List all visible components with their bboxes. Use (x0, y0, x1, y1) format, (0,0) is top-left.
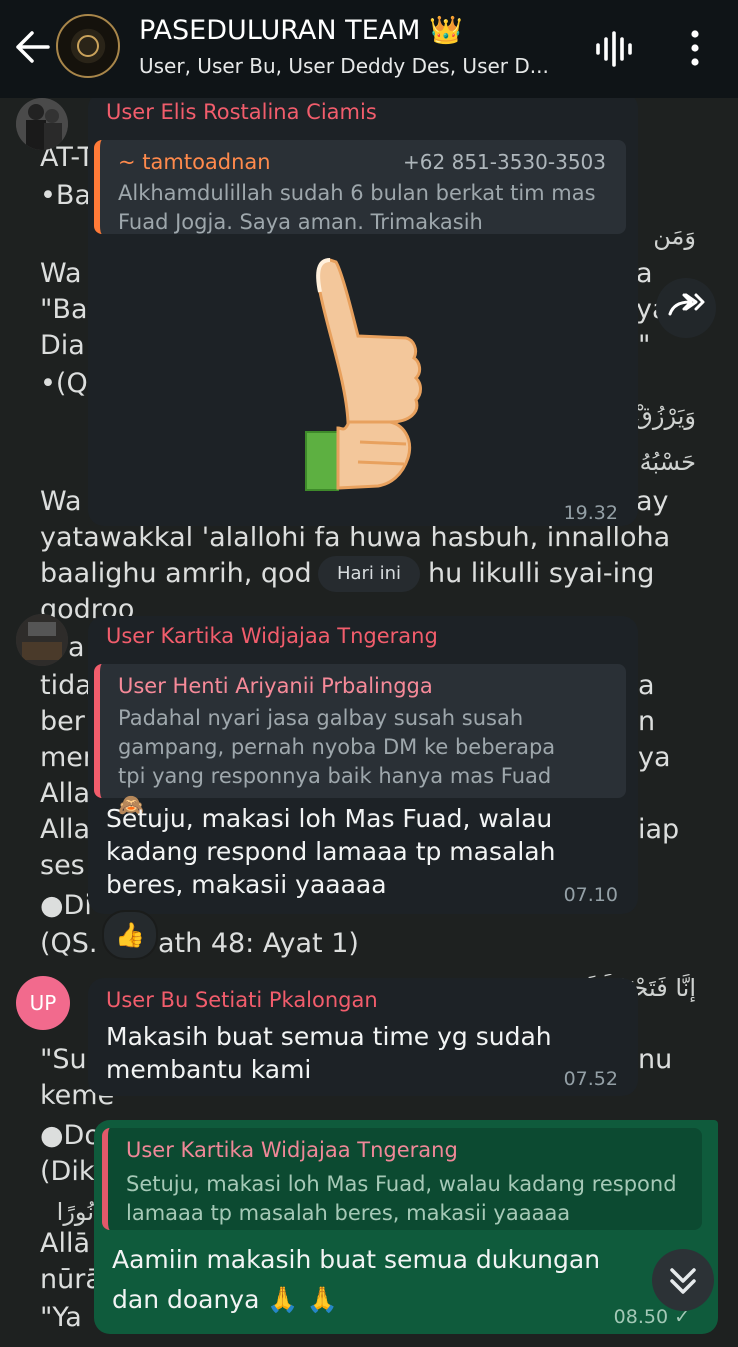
message-bubble[interactable]: User Kartika Widjajaa Tngerang User Hent… (88, 616, 638, 914)
bg-line: Alla (40, 814, 91, 845)
message-time: 07.52 (563, 1068, 618, 1090)
quoted-sender-name: ~ tamtoadnan (118, 150, 271, 174)
bg-line: (QS. (40, 928, 98, 959)
sender-avatar-photo (16, 614, 68, 666)
bg-line: "Ba (40, 294, 88, 325)
bg-line: Dia (40, 330, 85, 361)
bg-line: baalighu amrih, qod (40, 558, 312, 589)
outgoing-message-bubble[interactable]: User Kartika Widjajaa Tngerang Setuju, m… (94, 1120, 718, 1334)
bg-line: Allā (40, 1228, 91, 1259)
bg-line: hu likulli syai-ing (428, 558, 655, 589)
reaction-badge[interactable]: 👍 (102, 910, 158, 960)
bg-line-right: iap (638, 814, 680, 845)
bg-line: mer (40, 742, 95, 773)
sender-avatar[interactable] (16, 614, 68, 666)
bg-line-right: " (638, 330, 651, 361)
bg-line-right: n (638, 706, 656, 737)
sender-avatar-photo (16, 98, 68, 150)
scroll-to-bottom-button[interactable] (652, 1249, 714, 1311)
group-avatar[interactable] (56, 14, 120, 78)
quoted-sender-phone: +62 851-3530-3503 (403, 150, 606, 174)
bg-line: (Dik (40, 1156, 95, 1187)
bg-line: ●Do (40, 1120, 101, 1151)
sender-name[interactable]: User Elis Rostalina Ciamis (106, 100, 377, 124)
bg-line: ses (40, 850, 85, 881)
more-options-icon[interactable] (680, 28, 710, 68)
bg-line: Alla (40, 778, 91, 809)
message-text: Makasih buat semua time yg sudah membant… (106, 1022, 552, 1084)
sender-name[interactable]: User Kartika Widjajaa Tngerang (106, 624, 438, 648)
bg-line-right: a (638, 670, 655, 701)
message-bubble[interactable]: User Elis Rostalina Ciamis ~ tamtoadnan … (88, 92, 638, 526)
forward-button[interactable] (656, 278, 716, 338)
bg-arabic: حَسْبُهُ (639, 448, 696, 476)
forward-icon (668, 293, 705, 316)
sender-avatar[interactable]: UP (16, 976, 70, 1030)
bg-arabic: نُورًا (56, 1198, 94, 1226)
voice-chat-icon[interactable] (594, 30, 634, 68)
message-time: 07.10 (563, 884, 618, 906)
quoted-text: Setuju, makasi loh Mas Fuad, walau kadan… (126, 1172, 677, 1225)
bg-line: Wa (40, 258, 82, 289)
bg-line: "Su (40, 1044, 87, 1075)
double-chevron-down-icon (670, 1268, 696, 1294)
thumbs-up-sticker[interactable] (298, 252, 428, 497)
bg-line: ber (40, 706, 85, 737)
quoted-sender-name: User Henti Ariyanii Prbalingga (118, 674, 433, 698)
bg-line: nūrā (40, 1264, 102, 1295)
quoted-message[interactable]: User Kartika Widjajaa Tngerang Setuju, m… (102, 1128, 702, 1230)
bg-line-right: a (636, 258, 653, 289)
group-title[interactable]: PASEDULURAN TEAM 👑 (139, 14, 463, 46)
message-text: Aamiin makasih buat semua dukungan dan d… (112, 1245, 601, 1314)
quoted-sender-name: User Kartika Widjajaa Tngerang (126, 1138, 458, 1162)
bg-line: ●Di (40, 890, 92, 921)
bg-line: yatawakkal 'alallohi fa huwa hasbuh, inn… (40, 522, 671, 553)
message-bubble[interactable]: User Bu Setiati Pkalongan Makasih buat s… (88, 978, 638, 1096)
quoted-message[interactable]: ~ tamtoadnan +62 851-3530-3503 Alkhamdul… (94, 140, 626, 234)
sender-name[interactable]: User Bu Setiati Pkalongan (106, 988, 378, 1012)
group-members[interactable]: User, User Bu, User Deddy Des, User D... (139, 54, 549, 78)
bg-line: "Ya (40, 1302, 82, 1333)
back-arrow-icon[interactable] (14, 30, 50, 64)
sender-avatar[interactable] (16, 98, 68, 150)
quoted-message[interactable]: User Henti Ariyanii Prbalingga Padahal n… (94, 664, 626, 817)
bg-line-right: nu (638, 1044, 673, 1075)
bg-arabic: وَيَرْزُقْ (634, 402, 696, 430)
chat-header: PASEDULURAN TEAM 👑 User, User Bu, User D… (0, 0, 738, 98)
bg-arabic: وَمَن (653, 222, 696, 250)
message-text: Setuju, makasi loh Mas Fuad, walau kadan… (106, 804, 556, 899)
message-time: 19.32 (563, 502, 618, 524)
bg-line-right: ya (638, 742, 671, 773)
bg-line: •Ba (40, 180, 91, 211)
quoted-text: Alkhamdulillah sudah 6 bulan berkat tim … (118, 181, 596, 234)
bg-line: a (68, 632, 85, 663)
bg-line: Wa (40, 486, 82, 517)
bg-line-right: ay (636, 486, 669, 517)
bg-line: ath 48: Ayat 1) (158, 928, 359, 959)
date-separator: Hari ini (318, 556, 420, 592)
bg-line: tida (40, 670, 92, 701)
